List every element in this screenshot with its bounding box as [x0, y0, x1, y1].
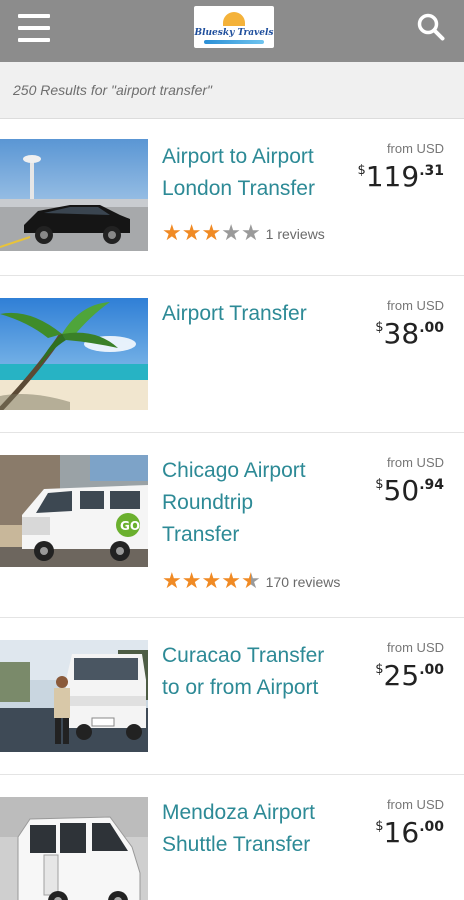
- listing-item[interactable]: GO Chicago Airport Roundtrip Transfer ★ …: [0, 433, 464, 618]
- price-from-label: from USD: [386, 298, 444, 313]
- price-currency: $: [375, 662, 384, 677]
- star-filled-icon: ★: [181, 221, 202, 246]
- results-summary-text: 250 Results for "airport transfer": [13, 82, 213, 98]
- logo-text: Bluesky Travels: [194, 28, 274, 38]
- review-count[interactable]: 1 reviews: [266, 226, 325, 242]
- price-whole: 50: [383, 474, 420, 507]
- listing-title[interactable]: Mendoza Airport Shuttle Transfer: [162, 797, 342, 861]
- listing-title[interactable]: Airport Transfer: [162, 298, 342, 330]
- listing-thumbnail-go-van[interactable]: GO: [0, 455, 148, 567]
- listing-item[interactable]: Curacao Transfer to or from Airport from…: [0, 618, 464, 775]
- price-from-label: from USD: [386, 455, 444, 470]
- listing-title-line: Roundtrip: [162, 491, 254, 514]
- price-box: from USD $16.00: [375, 797, 444, 851]
- price-box: from USD $50.94: [375, 455, 444, 509]
- listing-title-line: Transfer: [162, 523, 240, 546]
- listing-title[interactable]: Airport to Airport London Transfer: [162, 141, 342, 205]
- rating-stars: ★ ★ ★ ★ ★ 170 reviews: [162, 571, 340, 593]
- listing-item[interactable]: Mendoza Airport Shuttle Transfer from US…: [0, 775, 464, 900]
- listing-list: Airport to Airport London Transfer ★ ★ ★…: [0, 119, 464, 900]
- price-cents: .31: [419, 163, 444, 179]
- listing-title-line: Mendoza Airport: [162, 801, 315, 824]
- price: $119.31: [357, 157, 444, 195]
- listing-title[interactable]: Chicago Airport Roundtrip Transfer: [162, 455, 342, 551]
- logo-wave-graphic: [204, 40, 264, 44]
- results-summary-bar: 250 Results for "airport transfer": [0, 62, 464, 119]
- logo-sun-graphic: [223, 12, 245, 26]
- star-filled-icon: ★: [162, 569, 182, 594]
- listing-title-line: to or from Airport: [162, 676, 319, 699]
- price-box: from USD $119.31: [357, 141, 444, 195]
- price: $38.00: [375, 314, 444, 352]
- listing-title[interactable]: Curacao Transfer to or from Airport: [162, 640, 342, 704]
- price-cents: .00: [419, 819, 444, 835]
- review-count[interactable]: 170 reviews: [266, 574, 341, 590]
- star-filled-icon: ★: [201, 569, 222, 594]
- rating-stars: ★ ★ ★ ★ ★ 1 reviews: [162, 223, 325, 245]
- price-whole: 119: [365, 160, 420, 193]
- price-cents: .00: [419, 662, 444, 678]
- price-cents: .94: [419, 477, 444, 493]
- listing-title-line: Airport to Airport: [162, 145, 314, 168]
- listing-item[interactable]: Airport to Airport London Transfer ★ ★ ★…: [0, 119, 464, 276]
- price-box: from USD $38.00: [375, 298, 444, 352]
- listing-thumbnail-sprinter-van[interactable]: [0, 797, 148, 900]
- price: $16.00: [375, 813, 444, 851]
- star-filled-icon: ★: [221, 569, 241, 594]
- listing-title-line: Shuttle Transfer: [162, 833, 311, 856]
- listing-thumbnail-minibus[interactable]: [0, 640, 148, 752]
- star-filled-icon: ★: [181, 569, 202, 594]
- price-currency: $: [357, 163, 366, 178]
- price-from-label: from USD: [386, 640, 444, 655]
- hamburger-menu-icon[interactable]: [18, 14, 50, 42]
- price-currency: $: [375, 819, 384, 834]
- price-from-label: from USD: [386, 797, 444, 812]
- star-empty-icon: ★: [221, 221, 241, 246]
- brand-logo[interactable]: Bluesky Travels: [194, 6, 274, 48]
- listing-title-line: Curacao Transfer: [162, 644, 325, 667]
- search-icon[interactable]: [416, 12, 446, 42]
- price-whole: 38: [383, 317, 420, 350]
- price-whole: 16: [383, 816, 420, 849]
- listing-title-line: Airport Transfer: [162, 302, 307, 325]
- price-whole: 25: [383, 659, 420, 692]
- listing-thumbnail-beach[interactable]: [0, 298, 148, 410]
- star-half-icon: ★: [240, 569, 261, 594]
- listing-thumbnail-black-sedan[interactable]: [0, 139, 148, 251]
- price-from-label: from USD: [386, 141, 444, 156]
- listing-title-line: London Transfer: [162, 177, 315, 200]
- top-app-bar: Bluesky Travels: [0, 0, 464, 62]
- listing-title-line: Chicago Airport: [162, 459, 306, 482]
- svg-text:GO: GO: [120, 519, 140, 533]
- listing-item[interactable]: Airport Transfer from USD $38.00: [0, 276, 464, 433]
- price: $50.94: [375, 471, 444, 509]
- price-cents: .00: [419, 320, 444, 336]
- star-empty-icon: ★: [240, 221, 261, 246]
- price: $25.00: [375, 656, 444, 694]
- price-currency: $: [375, 320, 384, 335]
- star-filled-icon: ★: [201, 221, 222, 246]
- star-filled-icon: ★: [162, 221, 182, 246]
- price-box: from USD $25.00: [375, 640, 444, 694]
- price-currency: $: [375, 477, 384, 492]
